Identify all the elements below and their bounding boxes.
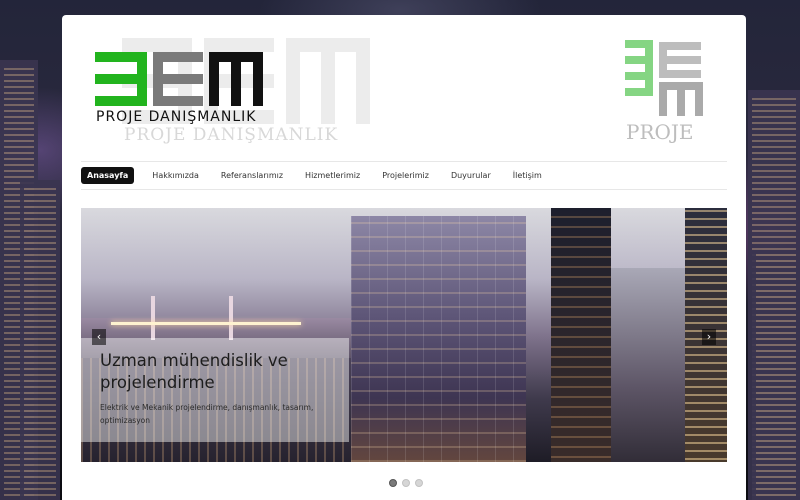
nav-item-hizmetlerimiz[interactable]: Hizmetlerimiz bbox=[299, 167, 366, 184]
hero-slider[interactable]: Uzman mühendislik ve projelendirme Elekt… bbox=[81, 208, 727, 462]
slider-prev-button[interactable]: ‹ bbox=[92, 329, 106, 345]
chevron-right-icon: › bbox=[706, 330, 712, 343]
background-building bbox=[752, 250, 800, 500]
slide-caption-title: Uzman mühendislik ve projelendirme bbox=[100, 351, 288, 392]
background-building bbox=[20, 180, 60, 500]
slide-caption-text: Elektrik ve Mekanik projelendirme, danış… bbox=[100, 403, 314, 425]
nav-item-hakkimizda[interactable]: Hakkımızda bbox=[146, 167, 205, 184]
slide-image-bridge-pylon bbox=[229, 296, 233, 340]
mini-logo bbox=[625, 40, 703, 116]
slider-dot[interactable] bbox=[415, 479, 423, 487]
slider-pagination bbox=[389, 479, 423, 487]
logo-watermark-text: PROJE DANIŞMANLIK bbox=[124, 125, 339, 145]
nav-item-projelerimiz[interactable]: Projelerimiz bbox=[376, 167, 435, 184]
nav-item-duyurular[interactable]: Duyurular bbox=[445, 167, 497, 184]
brand-name: PROJE DANIŞMANLIK bbox=[96, 109, 257, 125]
nav-item-iletisim[interactable]: İletişim bbox=[507, 167, 548, 184]
nav-item-anasayfa[interactable]: Anasayfa bbox=[81, 167, 135, 184]
slider-next-button[interactable]: › bbox=[702, 329, 716, 345]
slide-image-skyline bbox=[611, 268, 685, 462]
nav-item-referanslarimiz[interactable]: Referanslarımız bbox=[215, 167, 289, 184]
main-nav: Anasayfa Hakkımızda Referanslarımız Hizm… bbox=[81, 161, 727, 190]
slider-dot[interactable] bbox=[402, 479, 410, 487]
chevron-left-icon: ‹ bbox=[96, 330, 102, 343]
slide-caption: Uzman mühendislik ve projelendirme Elekt… bbox=[81, 338, 349, 442]
slide-image-tower bbox=[351, 216, 526, 462]
brand-logo[interactable] bbox=[95, 52, 263, 106]
slider-dot[interactable] bbox=[389, 479, 397, 487]
slide-image-tower bbox=[551, 208, 611, 462]
slide-image-bridge-pylon bbox=[151, 296, 155, 340]
slide-image-bridge-deck bbox=[111, 322, 301, 325]
mini-logo-text: PROJE bbox=[626, 120, 694, 144]
